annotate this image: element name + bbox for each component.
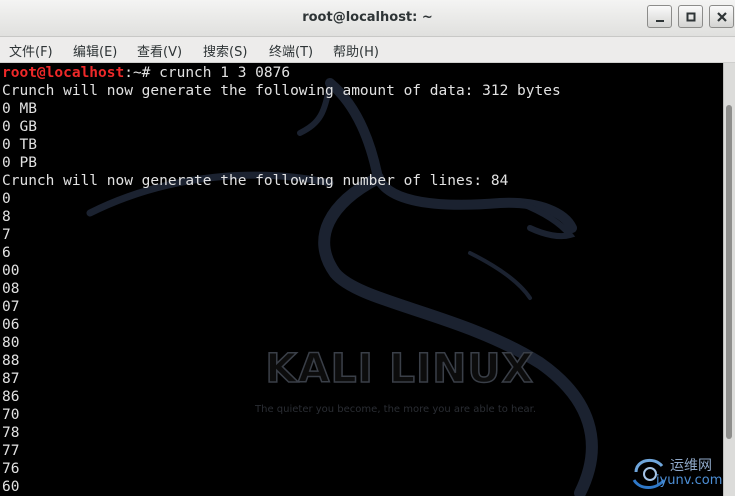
menu-help[interactable]: 帮助(H) [333,41,379,60]
prompt-user-host: root@localhost [2,65,125,81]
output-line: 87 [2,371,20,387]
terminal-window: root@localhost: ~ 文件(F) 编辑(E) 查看(V) 搜索(S… [0,0,735,496]
menu-bar: 文件(F) 编辑(E) 查看(V) 搜索(S) 终端(T) 帮助(H) [0,37,735,63]
menu-edit[interactable]: 编辑(E) [73,41,117,60]
output-line: 80 [2,335,20,351]
menu-search[interactable]: 搜索(S) [203,41,247,60]
output-line: 0 TB [2,137,37,153]
maximize-icon [686,12,696,22]
close-icon [717,12,727,22]
output-line: 76 [2,461,20,477]
output-line: 0 PB [2,155,37,171]
output-line: 08 [2,281,20,297]
output-line: 88 [2,353,20,369]
output-line: 86 [2,389,20,405]
title-bar[interactable]: root@localhost: ~ [0,0,735,37]
minimize-button[interactable] [647,5,672,28]
output-line: 0 GB [2,119,37,135]
output-line: 06 [2,317,20,333]
terminal-output: root@localhost:~# crunch 1 3 0876 Crunch… [2,64,561,496]
watermark-url: iyunv.com [656,473,723,488]
prompt-line: root@localhost:~# crunch 1 3 0876 [2,64,561,82]
output-line: 00 [2,263,20,279]
prompt-separator: :~# [124,65,160,81]
site-watermark: 运维网 iyunv.com [630,448,735,496]
watermark-cn-text: 运维网 [670,458,712,474]
menu-terminal[interactable]: 终端(T) [269,41,313,60]
output-line: Crunch will now generate the following a… [2,83,561,99]
output-line: 78 [2,425,20,441]
menu-file[interactable]: 文件(F) [9,41,53,60]
vertical-scrollbar[interactable] [723,63,735,496]
output-line: Crunch will now generate the following n… [2,173,509,189]
output-line: 0 MB [2,101,37,117]
maximize-button[interactable] [678,5,703,28]
menu-view[interactable]: 查看(V) [137,41,182,60]
output-line: 07 [2,299,20,315]
output-line: 60 [2,479,20,495]
terminal-area[interactable]: KALI LINUX The quieter you become, the m… [0,63,723,496]
scrollbar-thumb[interactable] [726,105,732,439]
prompt-command: crunch 1 3 0876 [159,65,291,81]
close-button[interactable] [709,5,734,28]
output-line: 70 [2,407,20,423]
window-title: root@localhost: ~ [302,10,433,25]
output-line: 0 [2,191,11,207]
output-line: 7 [2,227,11,243]
output-line: 77 [2,443,20,459]
minimize-icon [656,20,664,22]
output-line: 8 [2,209,11,225]
output-line: 6 [2,245,11,261]
